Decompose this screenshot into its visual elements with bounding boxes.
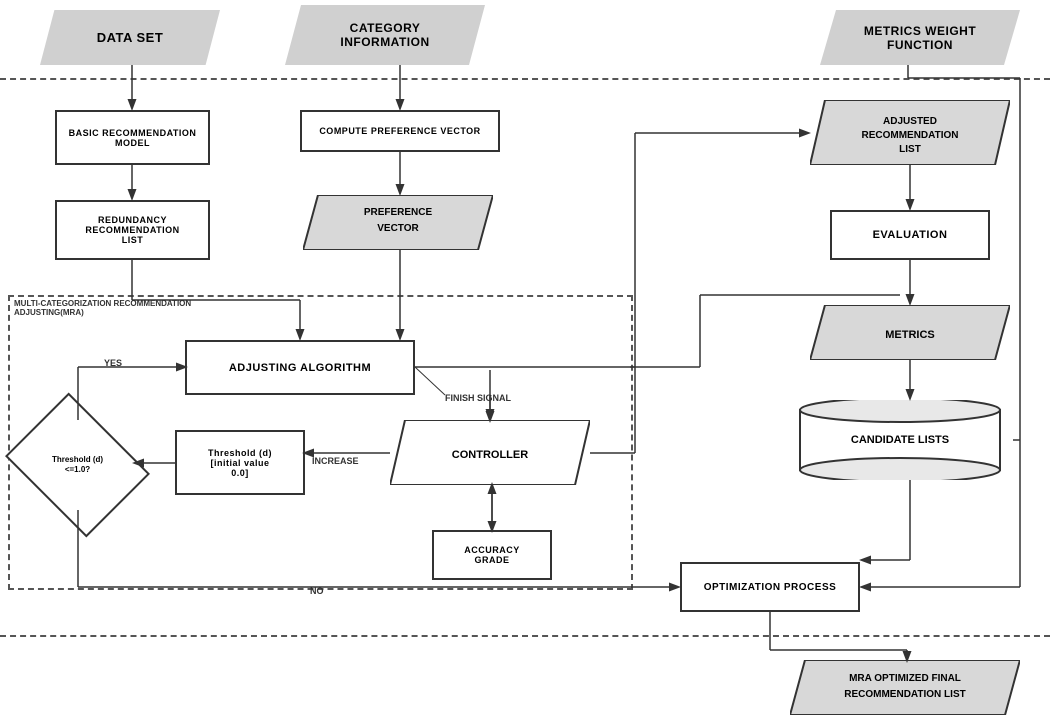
optimization-process: OPTIMIZATION PROCESS: [680, 562, 860, 612]
svg-text:CANDIDATE LISTS: CANDIDATE LISTS: [851, 434, 949, 446]
svg-text:LIST: LIST: [899, 144, 921, 155]
metrics: METRICS: [810, 305, 1010, 360]
svg-text:METRICS: METRICS: [885, 329, 935, 341]
svg-text:VECTOR: VECTOR: [377, 223, 419, 234]
svg-text:MRA OPTIMIZED FINAL: MRA OPTIMIZED FINAL: [849, 673, 961, 684]
top-dash-line: [0, 78, 1050, 80]
redundancy-recommendation-list: REDUNDANCYRECOMMENDATIONLIST: [55, 200, 210, 260]
diagram: DATA SET CATEGORY INFORMATION METRICS WE…: [0, 0, 1050, 721]
adjusting-algorithm: ADJUSTING ALGORITHM: [185, 340, 415, 395]
candidate-lists: CANDIDATE LISTS: [798, 400, 1013, 480]
header-category: CATEGORY INFORMATION: [285, 5, 485, 65]
bottom-dash-line: [0, 635, 1050, 637]
adjusted-recommendation-list: ADJUSTED RECOMMENDATION LIST: [810, 100, 1010, 165]
evaluation: EVALUATION: [830, 210, 990, 260]
accuracy-grade: ACCURACYGRADE: [432, 530, 552, 580]
svg-text:RECOMMENDATION LIST: RECOMMENDATION LIST: [844, 689, 965, 700]
mra-label: MULTI-CATEGORIZATION RECOMMENDATIONADJUS…: [14, 299, 191, 317]
compute-preference-vector: COMPUTE PREFERENCE VECTOR: [300, 110, 500, 152]
controller: CONTROLLER: [390, 420, 590, 485]
svg-text:PREFERENCE: PREFERENCE: [364, 207, 433, 218]
no-label: NO: [310, 586, 324, 596]
svg-text:ADJUSTED: ADJUSTED: [883, 116, 937, 127]
basic-recommendation-model: BASIC RECOMMENDATIONMODEL: [55, 110, 210, 165]
increase-label: INCREASE: [312, 456, 359, 466]
header-metrics: METRICS WEIGHT FUNCTION: [820, 10, 1020, 65]
threshold-box: Threshold (d)[initial value0.0]: [175, 430, 305, 495]
threshold-diamond: Threshold (d)<=1.0?: [20, 420, 135, 510]
mra-final: MRA OPTIMIZED FINAL RECOMMENDATION LIST: [790, 660, 1020, 715]
svg-text:CONTROLLER: CONTROLLER: [452, 449, 528, 461]
finish-signal-label: FINISH SIGNAL: [445, 393, 511, 403]
header-dataset: DATA SET: [40, 10, 220, 65]
svg-text:RECOMMENDATION: RECOMMENDATION: [861, 130, 958, 141]
yes-label: YES: [104, 358, 122, 368]
preference-vector: PREFERENCE VECTOR: [303, 195, 493, 250]
